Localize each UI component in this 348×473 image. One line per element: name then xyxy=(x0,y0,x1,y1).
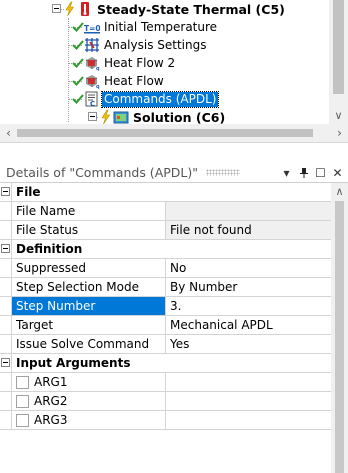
property-value[interactable] xyxy=(166,373,331,391)
section-header-definition[interactable]: Definition xyxy=(0,240,331,259)
property-row-file-status[interactable]: File Status File not found xyxy=(0,221,331,240)
tree-connector xyxy=(68,18,69,122)
check-icon xyxy=(72,57,84,68)
property-value xyxy=(166,202,331,220)
property-name: File Name xyxy=(12,202,166,220)
property-row-issue-solve-command[interactable]: Issue Solve Command Yes xyxy=(0,335,331,354)
property-value[interactable]: 3. xyxy=(166,297,331,315)
tree-node-steady-state-thermal[interactable]: Steady-State Thermal (C5) xyxy=(64,0,287,18)
property-name: Issue Solve Command xyxy=(12,335,166,353)
lightning-icon xyxy=(64,1,75,17)
check-icon xyxy=(72,75,84,86)
property-name: Step Selection Mode xyxy=(12,278,166,296)
tree-vertical-scrollbar[interactable]: ∨ xyxy=(329,0,348,124)
thermal-analysis-icon xyxy=(77,1,93,17)
svg-text:q: q xyxy=(96,84,100,89)
property-name: ARG3 xyxy=(34,413,68,427)
dropdown-arrow-icon[interactable]: ▾ xyxy=(278,164,295,182)
tree-node-solution[interactable]: Solution (C6) xyxy=(100,108,227,124)
property-name: Suppressed xyxy=(12,259,166,277)
tree-node-label: Commands (APDL) xyxy=(100,90,220,108)
property-row-step-selection-mode[interactable]: Step Selection Mode By Number xyxy=(0,278,331,297)
collapse-toggle-icon[interactable] xyxy=(52,4,61,13)
heat-flow-icon: q xyxy=(84,55,100,72)
chevron-up-icon[interactable]: ∧ xyxy=(331,183,348,200)
property-row-arg3[interactable]: ARG3 xyxy=(0,411,331,430)
svg-text:q: q xyxy=(96,66,100,71)
property-value[interactable] xyxy=(166,411,331,429)
property-row-arg1[interactable]: ARG1 xyxy=(0,373,331,392)
property-value[interactable] xyxy=(166,392,331,410)
section-header-file[interactable]: File xyxy=(0,183,331,202)
chevron-right-icon[interactable]: › xyxy=(331,124,348,142)
section-title: File xyxy=(16,185,41,199)
tree-node-label: Initial Temperature xyxy=(104,19,218,34)
tree-node-label: Solution (C6) xyxy=(133,109,226,125)
property-row-file-name[interactable]: File Name xyxy=(0,202,331,221)
scrollbar-thumb[interactable] xyxy=(333,0,344,94)
property-row-target[interactable]: Target Mechanical APDL xyxy=(0,316,331,335)
outline-tree-panel: Steady-State Thermal (C5) T=0 Initial Te… xyxy=(0,0,348,142)
property-name: Step Number xyxy=(12,297,166,315)
parameter-checkbox[interactable] xyxy=(16,394,29,408)
check-icon xyxy=(72,21,84,32)
property-name: ARG1 xyxy=(34,375,68,389)
section-title: Input Arguments xyxy=(16,356,131,370)
property-row-arg2[interactable]: ARG2 xyxy=(0,392,331,411)
tree-node-heat-flow-2[interactable]: q Heat Flow 2 xyxy=(72,54,177,72)
property-value: File not found xyxy=(166,221,331,239)
tree-node-label: Steady-State Thermal (C5) xyxy=(97,1,285,17)
drag-grip-icon[interactable] xyxy=(206,169,240,176)
check-icon xyxy=(72,39,84,50)
details-vertical-scrollbar[interactable]: ∧ xyxy=(331,183,348,473)
pin-icon[interactable] xyxy=(295,164,312,182)
chevron-down-icon[interactable]: ∨ xyxy=(329,107,348,124)
collapse-section-icon[interactable] xyxy=(1,187,10,196)
collapse-toggle-icon[interactable] xyxy=(88,112,97,121)
section-header-input-arguments[interactable]: Input Arguments xyxy=(0,354,331,373)
section-title: Definition xyxy=(16,242,83,256)
initial-temperature-icon: T=0 xyxy=(84,19,101,35)
close-icon[interactable]: ✕ xyxy=(329,164,346,182)
tree-node-heat-flow[interactable]: q Heat Flow xyxy=(72,72,166,90)
scrollbar-thumb[interactable] xyxy=(17,129,313,137)
property-value[interactable]: Mechanical APDL xyxy=(166,316,331,334)
collapse-section-icon[interactable] xyxy=(1,244,10,253)
details-property-grid: File File Name File Status File not foun… xyxy=(0,183,331,473)
property-value[interactable]: Yes xyxy=(166,335,331,353)
tree-node-label: Heat Flow xyxy=(104,73,164,88)
restore-icon[interactable]: ☐ xyxy=(312,164,329,182)
parameter-checkbox[interactable] xyxy=(16,413,29,427)
property-row-suppressed[interactable]: Suppressed No xyxy=(0,259,331,278)
collapse-section-icon[interactable] xyxy=(1,358,10,367)
svg-text:C: C xyxy=(90,100,95,107)
tree-node-initial-temperature[interactable]: T=0 Initial Temperature xyxy=(72,18,219,36)
chevron-left-icon[interactable]: ‹ xyxy=(0,124,17,142)
parameter-checkbox[interactable] xyxy=(16,375,29,389)
solution-icon xyxy=(113,109,129,124)
tree-horizontal-scrollbar[interactable]: ‹ › xyxy=(0,124,348,142)
lightning-icon xyxy=(100,109,111,124)
heat-flow-icon: q xyxy=(84,73,100,90)
tree-node-analysis-settings[interactable]: Analysis Settings xyxy=(72,36,208,54)
tree-node-commands-apdl[interactable]: C Commands (APDL) xyxy=(72,90,220,108)
initial-temperature-glyph: T=0 xyxy=(84,24,100,33)
tree-node-label: Heat Flow 2 xyxy=(104,55,176,70)
outline-tree: Steady-State Thermal (C5) T=0 Initial Te… xyxy=(0,0,329,124)
pane-divider[interactable] xyxy=(0,142,348,163)
property-name: ARG2 xyxy=(34,394,68,408)
property-value[interactable]: By Number xyxy=(166,278,331,296)
details-pane-header: Details of "Commands (APDL)" ▾ ☐ ✕ xyxy=(0,163,348,183)
details-pane-title: Details of "Commands (APDL)" xyxy=(6,165,198,180)
scrollbar-thumb[interactable] xyxy=(335,201,344,473)
property-row-step-number[interactable]: Step Number 3. xyxy=(0,297,331,316)
check-icon xyxy=(72,93,84,104)
property-value[interactable]: No xyxy=(166,259,331,277)
commands-apdl-icon: C xyxy=(84,91,100,108)
property-name: Target xyxy=(12,316,166,334)
property-name: File Status xyxy=(12,221,166,239)
analysis-settings-icon xyxy=(84,37,100,53)
tree-node-label: Analysis Settings xyxy=(104,37,207,52)
